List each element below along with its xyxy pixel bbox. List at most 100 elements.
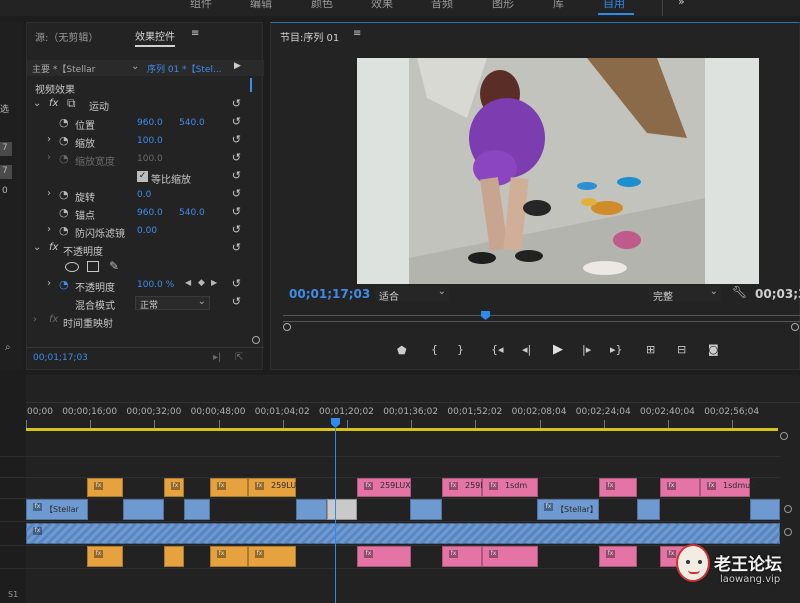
blend-mode-row[interactable]: 混合模式 正常 ⌄ ↺ (27, 295, 249, 313)
opacity-section-row[interactable]: ⌄ fx 不透明度 ↺ (27, 241, 249, 259)
audio-clip[interactable]: fx (442, 546, 482, 567)
wrench-icon[interactable]: 🔧︎ (732, 285, 747, 299)
workspace-tab-color[interactable]: 颜色 (311, 0, 333, 11)
param-value-x[interactable]: 960.0 (137, 208, 163, 218)
video-clip[interactable] (123, 499, 164, 520)
transform-icon[interactable]: ⧉ (67, 96, 76, 111)
reset-icon[interactable]: ↺ (232, 223, 241, 236)
sequence-clip-label[interactable]: 序列 01 *【Stel... (147, 62, 222, 75)
scroll-handle[interactable] (784, 528, 792, 536)
add-keyframe-icon[interactable]: ◆ (198, 278, 205, 288)
workspace-tab-editing[interactable]: 编辑 (250, 0, 272, 11)
go-to-out-icon[interactable]: ▸} (610, 343, 623, 356)
audio-clip[interactable]: fx (599, 546, 637, 567)
audio-clip[interactable]: fx (357, 546, 411, 567)
panel-menu-icon[interactable]: ≡ (353, 28, 361, 39)
video-clip[interactable]: fx (599, 478, 637, 497)
fx-icon[interactable]: fx (49, 98, 58, 109)
stopwatch-icon[interactable]: ◔ (59, 188, 69, 201)
checkbox-checked-icon[interactable]: ✓ (137, 171, 148, 182)
video-frame[interactable] (357, 58, 759, 284)
stopwatch-icon[interactable]: ◔ (59, 224, 69, 237)
workspace-tab-library[interactable]: 库 (553, 0, 564, 11)
expand-chevron-icon[interactable]: › (47, 134, 51, 145)
reset-icon[interactable]: ↺ (232, 169, 241, 182)
rectangle-mask-icon[interactable] (87, 261, 99, 272)
stopwatch-icon[interactable]: ◔ (59, 134, 69, 147)
reset-icon[interactable]: ↺ (232, 151, 241, 164)
video-clip[interactable]: fx 【Stellar (26, 499, 88, 520)
video-clip[interactable]: fx 259LUXU (357, 478, 417, 497)
video-clip[interactable]: fx (210, 478, 248, 497)
param-row-opacity[interactable]: › ◔ 不透明度 100.0 % ◀ ◆ ▶ ↺ (27, 277, 249, 295)
blend-mode-select[interactable]: 正常 ⌄ (135, 296, 210, 311)
scroll-handle[interactable] (780, 432, 788, 440)
reset-icon[interactable]: ↺ (232, 205, 241, 218)
video-clip[interactable] (637, 499, 660, 520)
playhead-marker[interactable] (481, 311, 491, 320)
tab-source[interactable]: 源:（无剪辑） (35, 29, 98, 44)
program-timecode[interactable]: 00;01;17;03 (289, 287, 370, 301)
reset-icon[interactable]: ↺ (232, 133, 241, 146)
video-clip[interactable]: fx 【Stellar】 (537, 499, 599, 520)
go-to-in-icon[interactable]: {◂ (491, 343, 504, 356)
track-label[interactable]: S1 (8, 590, 18, 599)
video-clip[interactable] (410, 499, 442, 520)
audio-clip[interactable]: fx (482, 546, 538, 567)
more-workspaces-icon[interactable]: » (678, 0, 685, 8)
param-row-position[interactable]: ◔ 位置 960.0 540.0 ↺ (27, 115, 249, 133)
reset-icon[interactable]: ↺ (232, 277, 241, 290)
video-clip[interactable]: fx (87, 478, 123, 497)
fit-select[interactable]: 适合 ⌄ (375, 286, 449, 303)
scrollbar-thumb[interactable] (250, 78, 252, 92)
search-icon[interactable]: ⌕ (5, 342, 11, 353)
param-row-scale[interactable]: › ◔ 缩放 100.0 ↺ (27, 133, 249, 151)
expand-chevron-icon[interactable]: › (33, 314, 37, 325)
program-monitor-title[interactable]: 节目:序列 01 (280, 29, 339, 44)
chevron-down-icon[interactable]: ⌄ (131, 61, 139, 72)
play-triangle-icon[interactable]: ▶ (234, 61, 241, 71)
step-back-icon[interactable]: ◂| (522, 343, 531, 356)
scroll-position-icon[interactable] (252, 336, 260, 344)
param-value[interactable]: 100.0 (137, 136, 163, 146)
param-value-y[interactable]: 540.0 (179, 118, 205, 128)
stopwatch-active-icon[interactable]: ◔ (59, 278, 69, 291)
opacity-value[interactable]: 100.0 % (137, 280, 174, 290)
tab-effect-controls[interactable]: 效果控件 (135, 28, 175, 47)
expand-chevron-icon[interactable]: › (47, 188, 51, 199)
ellipse-mask-icon[interactable] (65, 262, 79, 272)
workspace-tab-assembly[interactable]: 组件 (190, 0, 212, 11)
video-clip[interactable]: fx (164, 478, 184, 497)
step-forward-icon[interactable]: |▸ (582, 343, 591, 356)
uniform-scale-row[interactable]: ✓ 等比缩放 ↺ (27, 169, 249, 187)
video-clip[interactable] (750, 499, 780, 520)
workspace-tab-custom[interactable]: 自用 (603, 0, 625, 11)
video-clip-selected[interactable] (327, 499, 357, 520)
audio-clip[interactable]: fx (248, 546, 296, 567)
play-icon[interactable]: ▶ (553, 342, 563, 357)
panel-menu-icon[interactable]: ≡ (191, 28, 199, 39)
filter-icon[interactable]: ▸| (213, 352, 221, 363)
audio-clip[interactable]: fx (210, 546, 248, 567)
video-clip[interactable]: fx 1sdmu0 (700, 478, 755, 497)
effect-controls-timecode[interactable]: 00;01;17;03 (33, 353, 88, 363)
marker-icon[interactable]: ⬟ (397, 344, 407, 357)
time-ruler[interactable]: 00;00 00;00;16;00 00;00;32;00 00;00;48;00 00… (0, 400, 800, 430)
param-value-x[interactable]: 960.0 (137, 118, 163, 128)
param-value[interactable]: 0.00 (137, 226, 157, 236)
video-clip[interactable] (184, 499, 210, 520)
work-area-bar[interactable] (26, 428, 778, 431)
time-remap-row[interactable]: › fx 时间重映射 (27, 313, 249, 331)
workspace-tab-effects[interactable]: 效果 (371, 0, 393, 11)
expand-chevron-icon[interactable]: ⌄ (33, 98, 41, 109)
overwrite-icon[interactable]: ⊟ (677, 343, 686, 356)
quality-select[interactable]: 完整 ⌄ (649, 286, 721, 303)
expand-chevron-icon[interactable]: ⌄ (33, 242, 41, 253)
scroll-start-handle[interactable] (283, 323, 291, 331)
zoom-bar[interactable] (283, 315, 800, 316)
param-value[interactable]: 0.0 (137, 190, 151, 200)
in-point-icon[interactable]: { (431, 343, 438, 356)
export-icon[interactable]: ⇱ (235, 352, 243, 363)
reset-icon[interactable]: ↺ (232, 187, 241, 200)
video-clip-long[interactable]: fx (26, 523, 780, 544)
